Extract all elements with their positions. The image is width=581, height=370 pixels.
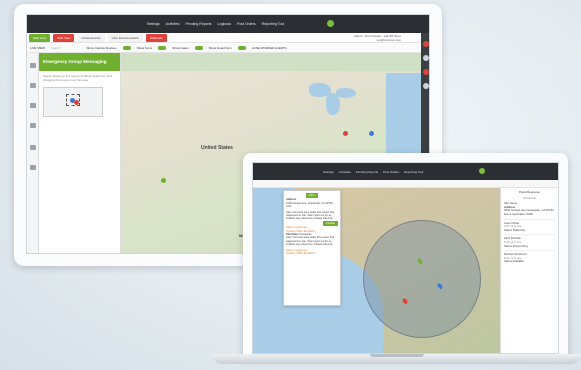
emergency-messaging-panel: Emergency Group Messaging Select device … [39,53,121,253]
microphone-icon[interactable] [30,103,36,108]
user-documentation-button[interactable]: User Documentation [107,33,143,42]
notification-icon[interactable] [479,168,485,174]
comment-text: User comment area. Hello this review has… [286,210,335,221]
show-icons-toggle[interactable] [158,46,167,50]
card-subtitle: Oceanside [522,195,537,200]
list-icon[interactable] [423,83,429,89]
show-gates-toggle[interactable] [194,46,203,50]
panel-instructions: Select device on the map by holding Sele… [43,74,112,82]
nav-settings[interactable]: Settings [147,22,160,26]
guard-entry[interactable]: Michael Shelbourn 6.21 mi to site Status… [504,250,555,264]
nav-post-orders[interactable]: Post Orders [237,22,256,26]
nav-reporting-tool[interactable]: Reporting Tool [262,22,285,26]
nav-logbook[interactable]: Logbook [218,22,231,26]
alarm-icon[interactable] [423,69,429,75]
nav-pending-reports[interactable]: Pending Reports [356,170,378,174]
laptop-toolbar [253,180,558,188]
alarm-popup: Alarm Address 1000 Garage Ave. Oceanside… [283,190,341,306]
contact-button[interactable]: Contact [323,220,338,227]
left-rail [27,53,39,253]
nav-pending-reports[interactable]: Pending Reports [185,22,211,26]
alarm-button[interactable]: Alarm [305,193,319,199]
status-label: Status [504,227,512,232]
user-info: Admin: Time Keeper - Lab 88 Store xxx@xx… [354,34,401,42]
document-icon[interactable] [30,165,36,170]
status-label: Status [504,259,512,264]
status-label: Status [504,243,512,248]
alert-icon[interactable] [423,41,429,47]
alert-pin[interactable] [343,131,348,136]
great-lake [336,88,356,98]
laptop-notch [370,354,424,357]
nav-activities[interactable]: Activities [166,22,180,26]
laptop: Settings Activities Pending Reports Post… [243,153,568,358]
show-gates-label: Show Gates [172,46,189,50]
laptop-screen: Settings Activities Pending Reports Post… [252,162,559,354]
flag-icon[interactable] [30,145,36,150]
nav-settings[interactable]: Settings [323,170,334,174]
list-item-status: Pending Office Escalation [286,252,316,256]
map-view-button[interactable]: Map View [29,33,51,42]
event-time-label: Event registration (Mfd) [504,211,534,216]
user-email: xxx@xxxxxxx.com [376,38,401,42]
show-inactive-toggle[interactable] [122,46,131,50]
laptop-nav-bar: Settings Activities Pending Reports Post… [253,163,558,180]
search-input[interactable]: Search [51,46,61,50]
show-guards-label: Show Guard Icon [208,46,232,50]
panel-title: Emergency Group Messaging [39,53,120,71]
guard-entry[interactable]: Zach McClain 5.12 mi to site Status Resp… [504,234,555,248]
device-pin[interactable] [161,178,166,183]
address-value: 1000 Garage Ave. Oceanside, CA 92754, US… [286,201,334,209]
chat-icon[interactable] [423,55,429,61]
live-view-link[interactable]: LIVE VIEW [30,46,45,50]
top-nav-bar: Settings Activities Pending Reports Logb… [27,15,429,33]
canada-region [121,53,421,71]
response-radius-circle[interactable] [363,220,481,338]
channels-button[interactable]: Channels [145,33,167,42]
card-title: Patrol Response [519,190,540,194]
guard-entry[interactable]: Jose Ochoa 4.97 mi to site Status Statio… [504,218,555,233]
address-label: Address [286,198,297,202]
critical-events-button[interactable]: Critical Events [77,33,105,42]
message-icon[interactable] [30,83,36,88]
selection-preview-image [43,87,103,117]
status-value: Responding [512,243,528,248]
menu-icon[interactable] [30,63,36,68]
lone-worker-alerts-label[interactable]: LONE WORKER ALERTS [252,46,287,50]
device-pin [74,100,79,105]
map-label-us: United States [201,145,233,151]
device-pin[interactable] [369,131,374,136]
filter-toolbar: LIVE VIEW Search Show Inactive Devices S… [27,44,421,53]
phone-icon[interactable] [30,123,36,128]
show-inactive-label: Show Inactive Devices [86,46,117,50]
show-guards-toggle[interactable] [237,46,246,50]
nav-post-orders[interactable]: Post Orders [383,170,399,174]
status-value: Stationary [512,227,526,232]
comment-text: User comment area. Hello this review has… [286,236,335,247]
nav-activities[interactable]: Activities [339,170,351,174]
patrol-response-card: Patrol Response Oceanside Site Name Addr… [500,188,558,353]
status-value: Available [512,259,524,264]
notification-icon[interactable] [327,20,334,27]
show-icons-label: Show Icons [136,46,153,50]
shift-view-button[interactable]: Shift View [53,33,75,42]
nav-reporting-tool[interactable]: Reporting Tool [404,170,423,174]
